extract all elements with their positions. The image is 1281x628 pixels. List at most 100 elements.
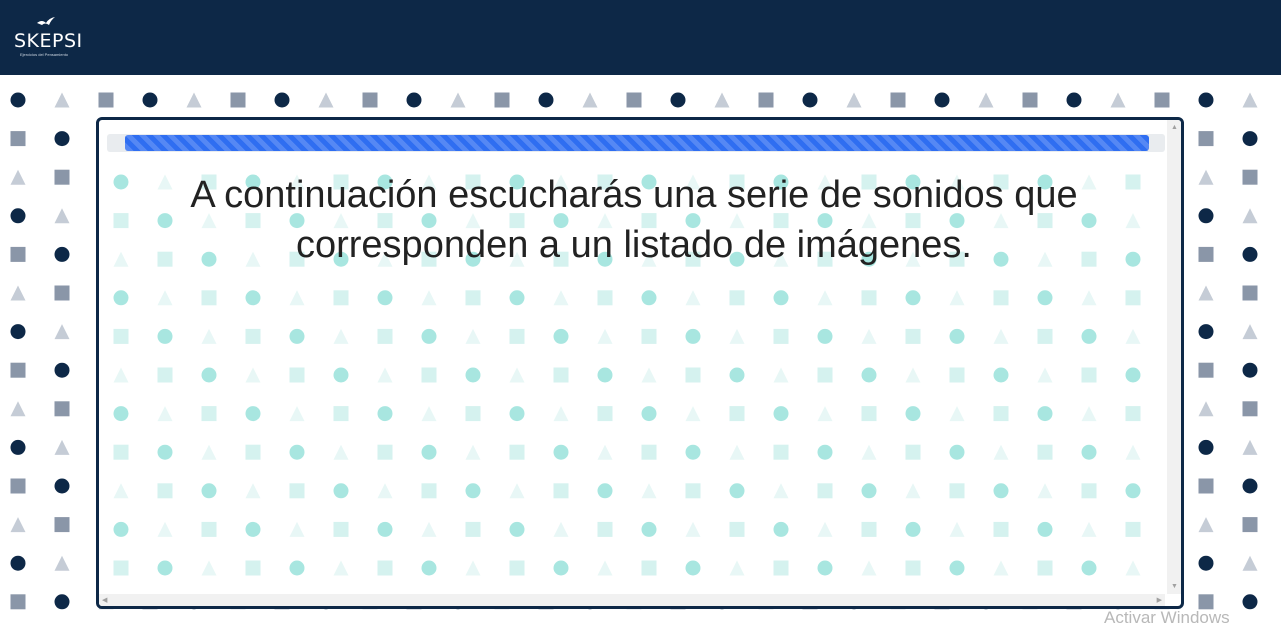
triangle-shape	[582, 92, 598, 108]
square-shape	[685, 367, 701, 383]
instruction-text: A continuación escucharás una serie de s…	[190, 174, 1078, 266]
triangle-shape	[597, 560, 613, 576]
circle-shape	[245, 406, 261, 422]
scroll-up-icon[interactable]: ▲	[1171, 124, 1178, 131]
square-shape	[54, 285, 70, 301]
triangle-shape	[993, 560, 1009, 576]
square-shape	[421, 367, 437, 383]
circle-shape	[333, 483, 349, 499]
triangle-shape	[201, 560, 217, 576]
circle-shape	[1125, 367, 1141, 383]
circle-shape	[685, 444, 701, 460]
square-shape	[553, 367, 569, 383]
square-shape	[10, 362, 26, 378]
circle-shape	[333, 367, 349, 383]
triangle-shape	[113, 367, 129, 383]
circle-shape	[377, 406, 393, 422]
scroll-down-icon[interactable]: ▼	[1171, 583, 1178, 590]
square-shape	[113, 560, 129, 576]
triangle-shape	[1242, 92, 1258, 108]
square-shape	[245, 444, 261, 460]
triangle-shape	[553, 406, 569, 422]
triangle-shape	[949, 521, 965, 537]
circle-shape	[1081, 444, 1097, 460]
triangle-shape	[509, 483, 525, 499]
circle-shape	[597, 483, 613, 499]
circle-shape	[406, 92, 422, 108]
triangle-shape	[377, 483, 393, 499]
square-shape	[1242, 517, 1258, 533]
horizontal-scrollbar[interactable]: ◀ ▶	[99, 594, 1165, 606]
square-shape	[905, 328, 921, 344]
circle-shape	[934, 92, 950, 108]
circle-shape	[1198, 208, 1214, 224]
square-shape	[10, 594, 26, 610]
vertical-scrollbar[interactable]: ▲ ▼	[1167, 120, 1181, 594]
square-shape	[201, 521, 217, 537]
circle-shape	[54, 362, 70, 378]
circle-shape	[10, 324, 26, 340]
square-shape	[362, 92, 378, 108]
square-shape	[333, 521, 349, 537]
square-shape	[377, 560, 393, 576]
square-shape	[157, 367, 173, 383]
circle-shape	[10, 208, 26, 224]
triangle-shape	[201, 444, 217, 460]
circle-shape	[553, 328, 569, 344]
circle-shape	[685, 560, 701, 576]
circle-shape	[509, 406, 525, 422]
triangle-shape	[157, 521, 173, 537]
triangle-shape	[245, 367, 261, 383]
square-shape	[729, 521, 745, 537]
triangle-shape	[729, 560, 745, 576]
triangle-shape	[1198, 401, 1214, 417]
triangle-shape	[993, 328, 1009, 344]
circle-shape	[905, 521, 921, 537]
circle-shape	[54, 131, 70, 147]
triangle-shape	[729, 444, 745, 460]
triangle-shape	[333, 328, 349, 344]
square-shape	[993, 290, 1009, 306]
triangle-shape	[1198, 517, 1214, 533]
progress-bar-fill	[125, 135, 1149, 151]
circle-shape	[142, 92, 158, 108]
square-shape	[993, 521, 1009, 537]
triangle-shape	[861, 444, 877, 460]
triangle-shape	[773, 367, 789, 383]
triangle-shape	[1037, 483, 1053, 499]
triangle-shape	[289, 290, 305, 306]
square-shape	[773, 444, 789, 460]
circle-shape	[54, 594, 70, 610]
triangle-shape	[157, 290, 173, 306]
square-shape	[890, 92, 906, 108]
circle-shape	[289, 328, 305, 344]
circle-shape	[1198, 92, 1214, 108]
skepsi-logo: SKEPSI Ejercicios del Pensamiento	[12, 16, 92, 60]
triangle-shape	[685, 290, 701, 306]
circle-shape	[54, 478, 70, 494]
triangle-shape	[1110, 92, 1126, 108]
circle-shape	[773, 406, 789, 422]
square-shape	[905, 560, 921, 576]
square-shape	[1081, 483, 1097, 499]
circle-shape	[641, 521, 657, 537]
brand-name: SKEPSI	[14, 30, 83, 52]
square-shape	[157, 483, 173, 499]
circle-shape	[905, 290, 921, 306]
circle-shape	[538, 92, 554, 108]
triangle-shape	[289, 521, 305, 537]
square-shape	[1242, 401, 1258, 417]
circle-shape	[1125, 483, 1141, 499]
triangle-shape	[465, 328, 481, 344]
triangle-shape	[729, 328, 745, 344]
scroll-right-icon[interactable]: ▶	[1157, 597, 1162, 604]
circle-shape	[421, 328, 437, 344]
circle-shape	[861, 483, 877, 499]
triangle-shape	[1037, 367, 1053, 383]
square-shape	[861, 290, 877, 306]
square-shape	[421, 483, 437, 499]
scroll-left-icon[interactable]: ◀	[102, 597, 107, 604]
square-shape	[10, 246, 26, 262]
square-shape	[1242, 285, 1258, 301]
circle-shape	[465, 483, 481, 499]
